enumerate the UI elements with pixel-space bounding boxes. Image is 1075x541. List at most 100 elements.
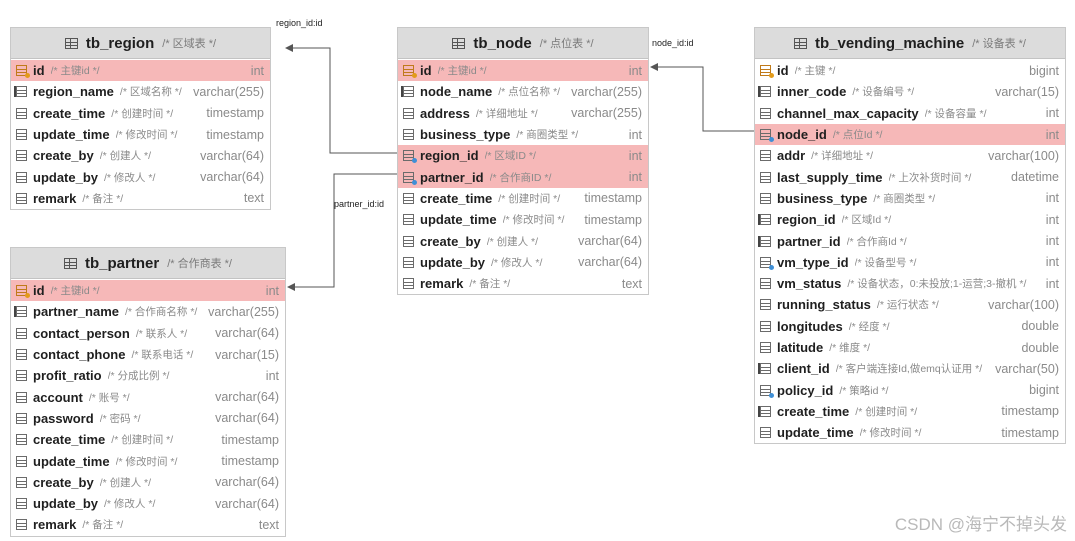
field-row-create-time[interactable]: create_time /* 创建时间 */ timestamp	[11, 429, 285, 450]
field-type: timestamp	[1001, 404, 1059, 419]
column-icon	[403, 235, 414, 247]
field-name: id	[420, 63, 432, 79]
field-row-remark[interactable]: remark /* 备注 */ text	[11, 188, 270, 209]
field-row-partner-id[interactable]: partner_id /* 合作商ID */ int	[398, 166, 648, 188]
table-tb-vending-machine[interactable]: tb_vending_machine /* 设备表 */ id /* 主键 */ big…	[754, 27, 1066, 445]
column-icon	[403, 107, 414, 119]
field-comment: /* 修改时间 */	[115, 455, 178, 468]
field-row-addr[interactable]: addr /* 详细地址 */ varchar(100)	[755, 145, 1065, 166]
primary-key-icon	[403, 65, 417, 79]
field-row-region-id[interactable]: region_id /* 区域Id */ int	[755, 209, 1065, 230]
field-row-create-by[interactable]: create_by /* 创建人 */ varchar(64)	[11, 472, 285, 493]
field-row-create-time[interactable]: create_time /* 创建时间 */ timestamp	[755, 401, 1065, 422]
field-row-vm-type-id[interactable]: vm_type_id /* 设备型号 */ int	[755, 252, 1065, 273]
field-row-update-time[interactable]: update_time /* 修改时间 */ timestamp	[11, 124, 270, 145]
field-type: text	[243, 191, 264, 206]
field-comment: /* 上次补货时间 */	[888, 171, 972, 184]
foreign-key-icon	[403, 171, 417, 185]
field-row-account[interactable]: account /* 账号 */ varchar(64)	[11, 386, 285, 407]
column-icon	[16, 391, 27, 403]
field-type: varchar(255)	[571, 84, 642, 99]
field-row-region-name[interactable]: region_name /* 区域名称 */ varchar(255)	[11, 81, 270, 102]
field-row-latitude[interactable]: latitude /* 维度 */ double	[755, 337, 1065, 358]
field-row-update-time[interactable]: update_time /* 修改时间 */ timestamp	[11, 450, 285, 471]
column-icon	[16, 349, 27, 361]
field-name: account	[33, 389, 83, 405]
field-row-longitudes[interactable]: longitudes /* 经度 */ double	[755, 316, 1065, 337]
field-row-update-time[interactable]: update_time /* 修改时间 */ timestamp	[398, 209, 648, 230]
column-icon	[16, 171, 27, 183]
field-type: int	[1045, 106, 1059, 121]
field-row-update-time[interactable]: update_time /* 修改时间 */ timestamp	[755, 422, 1065, 443]
field-row-business-type[interactable]: business_type /* 商圈类型 */ int	[755, 188, 1065, 209]
field-type: timestamp	[221, 432, 279, 447]
table-comment: /* 区域表 */	[162, 38, 217, 50]
field-row-node-name[interactable]: node_name /* 点位名称 */ varchar(255)	[398, 81, 648, 102]
field-row-create-time[interactable]: create_time /* 创建时间 */ timestamp	[398, 188, 648, 209]
field-comment: /* 主键id */	[50, 285, 100, 298]
table-comment: /* 设备表 */	[972, 38, 1026, 50]
field-row-create-by[interactable]: create_by /* 创建人 */ varchar(64)	[398, 230, 648, 251]
field-row-id[interactable]: id /* 主键id */ int	[11, 60, 270, 82]
field-row-id[interactable]: id /* 主键 */ bigint	[755, 60, 1065, 81]
field-row-update-by[interactable]: update_by /* 修改人 */ varchar(64)	[11, 493, 285, 514]
table-tb-partner[interactable]: tb_partner /* 合作商表 */ id /* 主键id */ int partn…	[10, 247, 286, 537]
field-row-vm-status[interactable]: vm_status /* 设备状态，0:未投放;1-运营;3-撤机 */ int	[755, 273, 1065, 294]
field-comment: /* 创建人 */	[99, 476, 152, 489]
field-row-remark[interactable]: remark /* 备注 */ text	[398, 273, 648, 294]
field-name: create_time	[33, 105, 106, 121]
column-icon	[16, 370, 27, 382]
column-icon	[16, 412, 27, 424]
field-row-business-type[interactable]: business_type /* 商圈类型 */ int	[398, 124, 648, 145]
field-row-update-by[interactable]: update_by /* 修改人 */ varchar(64)	[398, 252, 648, 273]
field-type: varchar(255)	[193, 84, 264, 99]
table-name: tb_vending_machine	[815, 34, 965, 52]
field-row-node-id[interactable]: node_id /* 点位Id */ int	[755, 123, 1065, 146]
field-row-id[interactable]: id /* 主键id */ int	[11, 280, 285, 302]
field-comment: /* 详细地址 */	[811, 150, 874, 163]
field-row-create-by[interactable]: create_by /* 创建人 */ varchar(64)	[11, 145, 270, 166]
table-header: tb_region /* 区域表 */	[11, 28, 270, 59]
field-name: partner_name	[33, 304, 119, 320]
field-row-partner-id[interactable]: partner_id /* 合作商Id */ int	[755, 230, 1065, 251]
field-comment: /* 客户端连接Id,做emq认证用 */	[835, 363, 983, 376]
field-comment: /* 设备编号 */	[852, 86, 915, 99]
table-tb-node[interactable]: tb_node /* 点位表 */ id /* 主键id */ int node_name…	[397, 27, 649, 296]
field-row-channel-max-capacity[interactable]: channel_max_capacity /* 设备容量 */ int	[755, 103, 1065, 124]
field-type: int	[1045, 255, 1059, 270]
field-name: channel_max_capacity	[777, 105, 919, 121]
column-icon	[16, 498, 27, 510]
field-row-update-by[interactable]: update_by /* 修改人 */ varchar(64)	[11, 166, 270, 187]
field-row-running-status[interactable]: running_status /* 运行状态 */ varchar(100)	[755, 294, 1065, 315]
field-type: int	[628, 127, 642, 142]
field-comment: /* 修改时间 */	[502, 214, 565, 227]
field-row-region-id[interactable]: region_id /* 区域ID */ int	[398, 145, 648, 167]
column-icon	[16, 129, 27, 141]
field-row-address[interactable]: address /* 详细地址 */ varchar(255)	[398, 103, 648, 124]
field-comment: /* 区域ID */	[484, 150, 536, 163]
watermark: CSDN @海宁不掉头发	[894, 515, 1067, 534]
field-row-last-supply-time[interactable]: last_supply_time /* 上次补货时间 */ datetime	[755, 166, 1065, 187]
field-name: partner_id	[777, 233, 841, 249]
field-row-remark[interactable]: remark /* 备注 */ text	[11, 514, 285, 535]
field-row-profit-ratio[interactable]: profit_ratio /* 分成比例 */ int	[11, 365, 285, 386]
table-comment: /* 点位表 */	[539, 38, 594, 50]
field-comment: /* 创建时间 */	[498, 192, 561, 205]
field-type: varchar(64)	[200, 170, 264, 185]
field-comment: /* 设备容量 */	[924, 107, 987, 120]
field-comment: /* 设备状态，0:未投放;1-运营;3-撤机 */	[847, 278, 1027, 291]
field-row-partner-name[interactable]: partner_name /* 合作商名称 */ varchar(255)	[11, 301, 285, 322]
field-type: varchar(255)	[571, 106, 642, 121]
field-row-policy-id[interactable]: policy_id /* 策略id */ bigint	[755, 379, 1065, 400]
field-row-client-id[interactable]: client_id /* 客户端连接Id,做emq认证用 */ varchar(50…	[755, 358, 1065, 379]
field-name: remark	[33, 190, 77, 206]
table-tb-region[interactable]: tb_region /* 区域表 */ id /* 主键id */ int region_…	[10, 27, 271, 211]
field-row-password[interactable]: password /* 密码 */ varchar(64)	[11, 408, 285, 429]
field-row-contact-person[interactable]: contact_person /* 联系人 */ varchar(64)	[11, 323, 285, 344]
field-name: create_by	[420, 233, 481, 249]
field-row-contact-phone[interactable]: contact_phone /* 联系电话 */ varchar(15)	[11, 344, 285, 365]
field-type: int	[265, 283, 279, 298]
field-row-id[interactable]: id /* 主键id */ int	[398, 60, 648, 82]
field-row-inner-code[interactable]: inner_code /* 设备编号 */ varchar(15)	[755, 81, 1065, 102]
field-row-create-time[interactable]: create_time /* 创建时间 */ timestamp	[11, 103, 270, 124]
